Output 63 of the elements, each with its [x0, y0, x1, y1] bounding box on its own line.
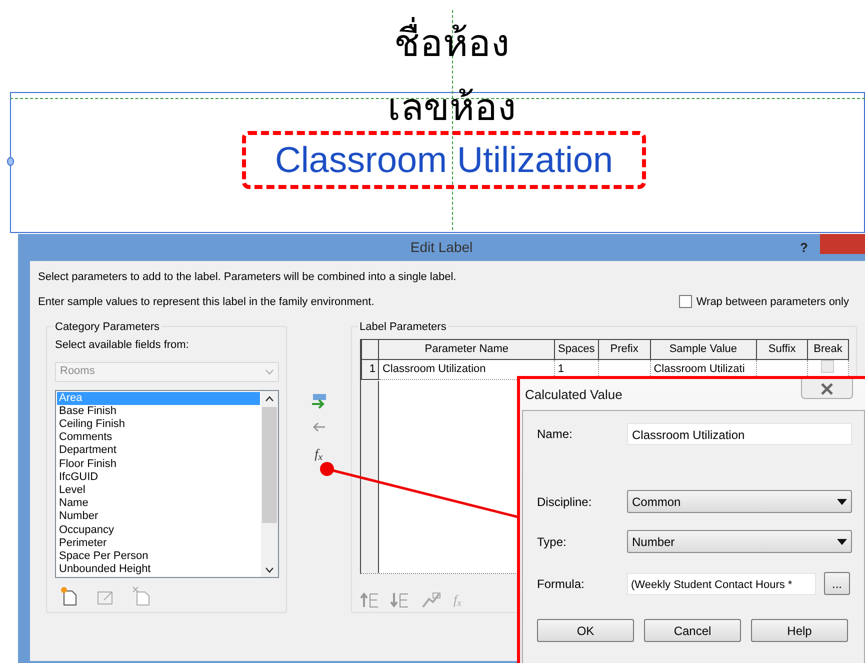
- list-item[interactable]: Perimeter: [57, 536, 260, 550]
- edit-format-icon[interactable]: [420, 590, 442, 609]
- row-number: 1: [361, 360, 379, 380]
- remove-parameter-icon[interactable]: [310, 422, 327, 432]
- dropdown[interactable]: Common: [627, 490, 852, 513]
- field-label: Formula:: [537, 576, 586, 592]
- column-header: Spaces: [554, 340, 598, 360]
- category-select: Rooms: [55, 362, 279, 382]
- field-label: Select available fields from:: [55, 338, 190, 353]
- dialog-button[interactable]: Help: [751, 619, 848, 642]
- close-icon: [820, 382, 834, 395]
- column-header: Suffix: [756, 340, 808, 360]
- dialog-button[interactable]: Cancel: [644, 619, 741, 642]
- list-item[interactable]: Number: [57, 510, 260, 524]
- field-label: Name:: [537, 426, 574, 443]
- selected-label[interactable]: Classroom Utilization: [242, 131, 646, 189]
- list-item[interactable]: Name: [57, 497, 260, 510]
- name-field[interactable]: Classroom Utilization: [627, 423, 852, 445]
- dropdown[interactable]: Number: [627, 530, 852, 553]
- field-label: Discipline:: [537, 494, 593, 510]
- scrollbar[interactable]: [261, 390, 278, 576]
- list-item[interactable]: Ceiling Finish: [57, 418, 260, 432]
- scroll-down-icon[interactable]: [265, 566, 274, 572]
- checkbox-label: Wrap between parameters only: [696, 294, 849, 310]
- scroll-thumb[interactable]: [262, 406, 277, 522]
- grip-handle[interactable]: [7, 157, 14, 166]
- column-header: Prefix: [598, 340, 650, 360]
- caret-icon: [837, 498, 847, 504]
- list-item[interactable]: Level: [57, 484, 260, 498]
- list-item[interactable]: Floor Finish: [57, 458, 260, 471]
- delete-document-icon[interactable]: [131, 586, 151, 606]
- browse-button[interactable]: ...: [824, 572, 850, 595]
- field-label: Type:: [537, 534, 568, 550]
- list-item[interactable]: Department: [57, 444, 260, 458]
- instruction-text: Enter sample values to represent this label in the family environment.: [38, 294, 374, 310]
- checkbox[interactable]: [679, 295, 692, 308]
- column-header: Parameter Name: [378, 340, 554, 360]
- instruction-text: Select parameters to add to the label. Parameters will be combined into a single label.: [38, 270, 458, 285]
- group-title: Category Parameters: [53, 319, 162, 336]
- list-item[interactable]: Occupancy: [57, 524, 260, 537]
- checkbox[interactable]: [821, 360, 834, 374]
- column-header: Sample Value: [650, 340, 756, 360]
- caret-icon: [837, 538, 847, 544]
- dialog-title: Calculated Value: [525, 387, 622, 402]
- list-item[interactable]: Comments: [57, 431, 260, 444]
- list-item[interactable]: Base Finish: [57, 404, 260, 418]
- list-item[interactable]: IfcGUID: [57, 470, 260, 484]
- chevron-down-icon: [265, 368, 274, 374]
- dialog-button[interactable]: OK: [537, 619, 634, 642]
- room-name-label: ชื่อห้อง: [342, 18, 562, 70]
- field-list[interactable]: Area Base Finish Ceiling Finish Comments Department Floor Finish IfcGUID Level Name Number Occupancy Perimeter Space Per Person Unbounded Height: [55, 390, 279, 578]
- scroll-up-icon[interactable]: [265, 396, 274, 402]
- new-document-icon[interactable]: [59, 586, 79, 606]
- column-header: Break: [808, 340, 848, 360]
- add-parameter-icon[interactable]: [310, 392, 328, 410]
- formula-field[interactable]: (Weekly Student Contact Hours *: [627, 572, 816, 594]
- list-item[interactable]: Unbounded Height: [57, 563, 260, 576]
- help-button[interactable]: ?: [800, 238, 808, 258]
- room-number-label: เลขห้อง: [386, 84, 518, 131]
- list-item[interactable]: Space Per Person: [57, 550, 260, 564]
- formula-button[interactable]: f$_{x}$: [314, 444, 323, 464]
- close-button[interactable]: [801, 379, 853, 399]
- dialog-title: Edit Label: [410, 238, 473, 257]
